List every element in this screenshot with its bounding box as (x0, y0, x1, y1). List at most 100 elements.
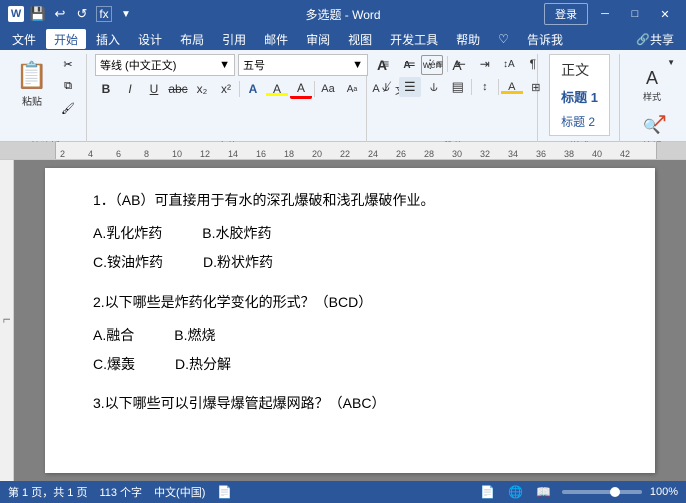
menu-mailings[interactable]: 邮件 (256, 29, 296, 49)
cut-button[interactable]: ✂ (56, 54, 80, 74)
ribbon: 📋 粘贴 ✂ ⧉ 🖌 剪贴板 等线 (中文正文) ▼ (0, 50, 686, 142)
menu-share[interactable]: 🔗 共享 (628, 29, 682, 49)
increase-indent-button[interactable]: ⇥ (474, 54, 496, 74)
font-size-selector[interactable]: 五号 ▼ (238, 54, 368, 76)
close-button[interactable]: ✕ (652, 4, 678, 24)
word-icon: W (8, 6, 24, 22)
menu-references[interactable]: 引用 (214, 29, 254, 49)
align-right-button[interactable]: ⫝ (423, 77, 445, 97)
zoom-slider[interactable] (562, 490, 642, 494)
sort-button[interactable]: ↕A (498, 54, 520, 74)
view-web-button[interactable]: 🌐 (506, 484, 526, 500)
ribbon-styles-group: 正文 标题 1 标题 2 样式 (540, 54, 620, 155)
doc-area: L 1．（AB）可直接用于有水的深孔爆破和浅孔爆破作业。 A.乳化炸药 B.水胶… (0, 160, 686, 481)
menu-file[interactable]: 文件 (4, 29, 44, 49)
menu-home[interactable]: 开始 (46, 29, 86, 49)
menu-bar: 文件 开始 插入 设计 布局 引用 邮件 审阅 视图 开发工具 帮助 ♡ 告诉我… (0, 28, 686, 50)
menu-tell-me[interactable]: 告诉我 (519, 29, 571, 49)
strikethrough-button[interactable]: abc (167, 79, 189, 99)
minimize-button[interactable]: ─ (592, 4, 618, 24)
document-page[interactable]: 1．（AB）可直接用于有水的深孔爆破和浅孔爆破作业。 A.乳化炸药 B.水胶炸药… (45, 168, 655, 473)
undo-icon[interactable]: ↩ (52, 6, 68, 22)
menu-view[interactable]: 视图 (340, 29, 380, 49)
justify-button[interactable]: ▤ (447, 77, 469, 97)
q1-optD: D.粉状炸药 (203, 250, 273, 275)
align-center-button[interactable]: ☰ (399, 77, 421, 97)
zoom-thumb[interactable] (610, 487, 620, 497)
redo-icon[interactable]: ↺ (74, 6, 90, 22)
style-normal[interactable]: 正文 (552, 57, 607, 83)
paste-button[interactable]: 📋 粘贴 (10, 54, 54, 114)
ruler-scale: 24681012141618202224262830323436384042 (56, 142, 686, 159)
ruler-tick-4: 4 (88, 149, 93, 159)
title-bar: W 💾 ↩ ↺ fx ▼ 多选题 - Word 登录 ─ □ ✕ (0, 0, 686, 28)
font-size-value: 五号 (243, 57, 265, 73)
question-1-options-ab: A.乳化炸药 B.水胶炸药 (93, 221, 607, 246)
superscript-button[interactable]: x² (215, 79, 237, 99)
menu-design[interactable]: 设计 (130, 29, 170, 49)
save-icon[interactable]: 💾 (30, 6, 46, 22)
view-print-button[interactable]: 📄 (478, 484, 498, 500)
format-painter-button[interactable]: 🖌 (56, 98, 80, 118)
q3-text: 3.以下哪些可以引爆导爆管起爆网路？（ABC） (93, 395, 385, 411)
numbering-button[interactable]: ≔ (399, 54, 421, 74)
ruler-tick-38: 38 (564, 149, 574, 159)
underline-button[interactable]: U (143, 79, 165, 99)
menu-developer[interactable]: 开发工具 (382, 29, 446, 49)
copy-button[interactable]: ⧉ (56, 76, 80, 96)
text-color-highlight-button[interactable]: A (266, 79, 288, 99)
formula-icon[interactable]: fx (96, 6, 112, 22)
ruler-right-margin (656, 142, 686, 159)
ruler-tick-10: 10 (172, 149, 182, 159)
font-name-dropdown[interactable]: ▼ (219, 59, 230, 71)
view-read-button[interactable]: 📖 (534, 484, 554, 500)
line-spacing-button[interactable]: ↕ (474, 77, 496, 97)
page-container[interactable]: 1．（AB）可直接用于有水的深孔爆破和浅孔爆破作业。 A.乳化炸药 B.水胶炸药… (14, 160, 686, 481)
q1-text: 1．（AB）可直接用于有水的深孔爆破和浅孔爆破作业。 (93, 192, 434, 208)
bold-button[interactable]: B (95, 79, 117, 99)
font-aa-button[interactable]: Aa (317, 79, 339, 99)
ruler-tick-36: 36 (536, 149, 546, 159)
ruler-tick-12: 12 (200, 149, 210, 159)
font-aa2-button[interactable]: Aa (341, 79, 363, 99)
style-h1[interactable]: 标题 1 (552, 84, 607, 109)
font-name-value: 等线 (中文正文) (100, 57, 176, 73)
font-size-dropdown[interactable]: ▼ (352, 59, 363, 71)
bullets-button[interactable]: ≡ (375, 54, 397, 74)
menu-insert[interactable]: 插入 (88, 29, 128, 49)
italic-button[interactable]: I (119, 79, 141, 99)
font-row2: B I U abc x₂ x² A A A Aa Aa A 文 (95, 79, 411, 99)
restore-button[interactable]: □ (622, 4, 648, 24)
q1-optA: A.乳化炸药 (93, 221, 162, 246)
customize-icon[interactable]: ▼ (118, 6, 134, 22)
styles-pane-button[interactable]: A 样式 ▼ (627, 56, 677, 114)
ribbon-editing-group: A 样式 ▼ 🔍 ↗ 编辑 (622, 54, 682, 155)
q2-optA: A.融合 (93, 323, 134, 348)
font-color-button[interactable]: A (290, 79, 312, 99)
clipboard-small-btns: ✂ ⧉ 🖌 (56, 54, 80, 118)
sep4 (471, 79, 472, 95)
sep5 (498, 79, 499, 95)
ruler-tick-32: 32 (480, 149, 490, 159)
ribbon-content: 📋 粘贴 ✂ ⧉ 🖌 剪贴板 等线 (中文正文) ▼ (0, 50, 686, 155)
style-h2[interactable]: 标题 2 (552, 110, 607, 133)
text-effect-button[interactable]: A (242, 79, 264, 99)
search-button[interactable]: 🔍 ↗ (640, 116, 664, 136)
align-left-button[interactable]: ⫝̸ (375, 77, 397, 97)
page-info: 第 1 页，共 1 页 (8, 484, 87, 500)
menu-layout[interactable]: 布局 (172, 29, 212, 49)
shading-button[interactable]: A (501, 77, 523, 97)
font-content: 等线 (中文正文) ▼ 五号 ▼ A A wén A B I U (95, 54, 360, 136)
font-name-selector[interactable]: 等线 (中文正文) ▼ (95, 54, 235, 76)
subscript-button[interactable]: x₂ (191, 79, 213, 99)
decrease-indent-button[interactable]: ⇤ (450, 54, 472, 74)
menu-review[interactable]: 审阅 (298, 29, 338, 49)
multilevel-button[interactable]: ⋮≡ (423, 54, 445, 74)
menu-help[interactable]: 帮助 (448, 29, 488, 49)
title-bar-right: 登录 ─ □ ✕ (544, 3, 678, 25)
ribbon-clipboard-group: 📋 粘贴 ✂ ⧉ 🖌 剪贴板 (4, 54, 87, 155)
clipboard-content: 📋 粘贴 ✂ ⧉ 🖌 (10, 54, 80, 136)
sep3 (447, 56, 448, 72)
menu-heart[interactable]: ♡ (490, 29, 517, 49)
login-button[interactable]: 登录 (544, 3, 588, 25)
